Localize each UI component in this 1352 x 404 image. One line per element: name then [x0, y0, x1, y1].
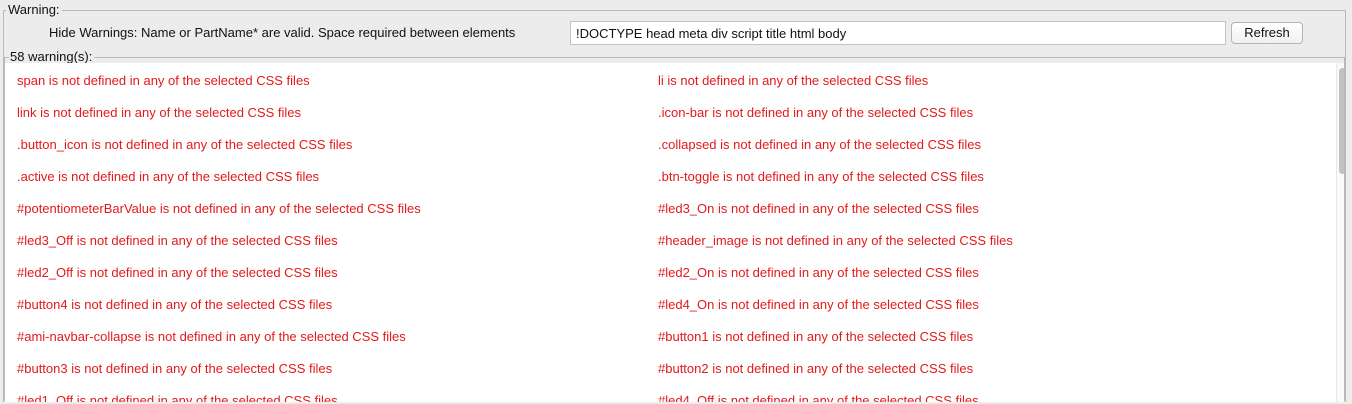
warning-item: #button1 is not defined in any of the se… — [658, 329, 974, 344]
warning-group-title: Warning: — [6, 2, 62, 18]
warning-item: #header_image is not defined in any of t… — [658, 233, 1013, 248]
warning-item: .button_icon is not defined in any of th… — [17, 137, 353, 152]
warning-item: .collapsed is not defined in any of the … — [658, 137, 982, 152]
refresh-button[interactable]: Refresh — [1231, 22, 1303, 44]
warning-item: #potentiometerBarValue is not defined in… — [17, 201, 421, 216]
hide-warnings-row: Hide Warnings: Name or PartName* are val… — [0, 21, 1352, 46]
warning-item: link is not defined in any of the select… — [17, 105, 301, 120]
vertical-scrollbar[interactable] — [1336, 63, 1344, 402]
warning-item: #led2_On is not defined in any of the se… — [658, 265, 979, 280]
warning-item: #led4_On is not defined in any of the se… — [658, 297, 979, 312]
warnings-list[interactable]: span is not defined in any of the select… — [5, 63, 1344, 402]
warning-item: #led3_On is not defined in any of the se… — [658, 201, 979, 216]
warning-item: .icon-bar is not defined in any of the s… — [658, 105, 974, 120]
warning-item: .btn-toggle is not defined in any of the… — [658, 169, 984, 184]
warning-item: #button4 is not defined in any of the se… — [17, 297, 333, 312]
warning-item: #button2 is not defined in any of the se… — [658, 361, 974, 376]
warning-item: #led2_Off is not defined in any of the s… — [17, 265, 338, 280]
warning-item: #ami-navbar-collapse is not defined in a… — [17, 329, 406, 344]
warnings-panel: Warning: Hide Warnings: Name or PartName… — [0, 0, 1352, 404]
scrollbar-thumb[interactable] — [1339, 68, 1344, 174]
warning-item: #led1_Off is not defined in any of the s… — [17, 393, 338, 402]
warning-item: li is not defined in any of the selected… — [658, 73, 929, 88]
warning-item: #led3_Off is not defined in any of the s… — [17, 233, 338, 248]
hide-warnings-label: Hide Warnings: Name or PartName* are val… — [49, 25, 516, 40]
warning-item: .active is not defined in any of the sel… — [17, 169, 320, 184]
warning-item: span is not defined in any of the select… — [17, 73, 310, 88]
warning-item: #button3 is not defined in any of the se… — [17, 361, 333, 376]
hide-warnings-input[interactable] — [570, 21, 1226, 45]
warning-item: #led4_Off is not defined in any of the s… — [658, 393, 979, 402]
